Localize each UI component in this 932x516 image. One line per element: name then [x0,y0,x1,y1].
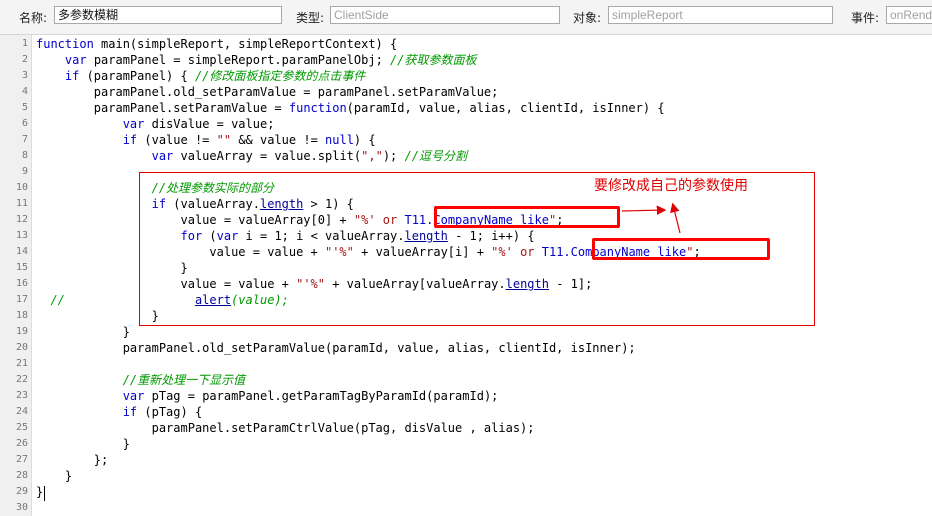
type-label: 类型: [296,11,325,25]
name-input[interactable]: 多参数模糊 [54,6,282,24]
object-input[interactable]: simpleReport [608,6,833,24]
annotation-arrows [621,202,681,234]
script-properties-bar: 名称: 多参数模糊 类型: ClientSide 对象: simpleRepor… [0,0,932,35]
arrow-right [621,205,667,215]
event-label: 事件: [851,11,880,25]
name-label: 名称: [19,11,48,25]
arrow-up [670,202,681,234]
code-editor[interactable]: 1 2 3 4 5 6 7 8 9 10 11 12 13 14 15 16 17 18 19 20 21 22 23 24 2… [0,35,932,516]
text-cursor [44,486,45,501]
object-label: 对象: [573,11,602,25]
event-input[interactable]: onRender [886,6,932,24]
type-input[interactable]: ClientSide [330,6,560,24]
